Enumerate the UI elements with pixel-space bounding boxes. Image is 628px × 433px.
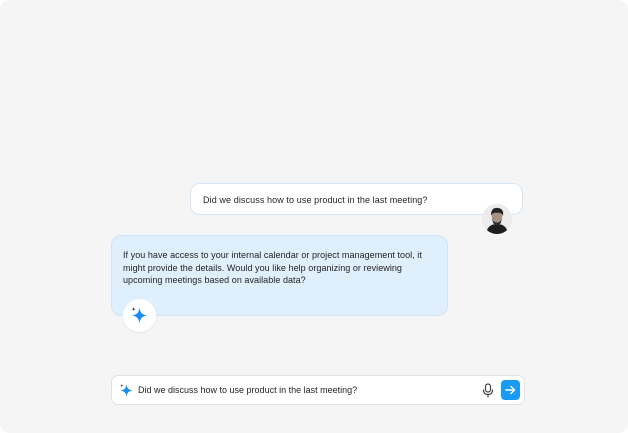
chat-window: Did we discuss how to use product in the… bbox=[0, 0, 628, 433]
assistant-message-bubble: If you have access to your internal cale… bbox=[111, 235, 448, 316]
assistant-message-text: If you have access to your internal cale… bbox=[123, 250, 422, 285]
assistant-avatar bbox=[123, 299, 156, 332]
message-input[interactable] bbox=[138, 382, 468, 398]
user-message-bubble: Did we discuss how to use product in the… bbox=[190, 183, 523, 215]
microphone-icon bbox=[482, 383, 494, 398]
sparkle-icon bbox=[131, 307, 148, 324]
sparkle-icon bbox=[120, 383, 133, 397]
user-message-text: Did we discuss how to use product in the… bbox=[203, 195, 428, 205]
microphone-button[interactable] bbox=[481, 383, 495, 398]
send-button[interactable] bbox=[501, 380, 520, 400]
message-composer bbox=[111, 375, 525, 405]
user-avatar bbox=[482, 204, 512, 234]
arrow-right-icon bbox=[505, 385, 516, 395]
